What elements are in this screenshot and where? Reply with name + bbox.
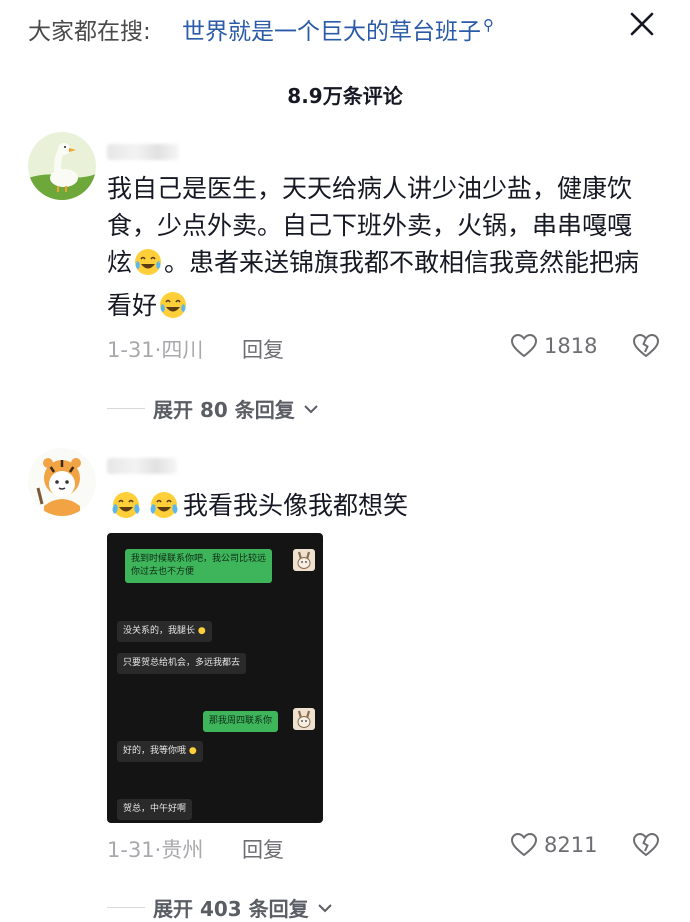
- like-count: 1818: [544, 334, 598, 358]
- laughing-crying-emoji-icon: [108, 490, 144, 530]
- broken-heart-icon: [632, 333, 660, 358]
- search-suggestion-link[interactable]: 世界就是一个巨大的草台班子 ⚲: [182, 12, 494, 46]
- reply-button[interactable]: 回复: [242, 334, 284, 364]
- divider-line: [107, 408, 145, 409]
- broken-heart-icon: [632, 832, 660, 857]
- comment-count-title: 8.9万条评论: [287, 84, 403, 108]
- tiger-costume-avatar-icon: [28, 448, 96, 516]
- smile-emoji-icon: ●: [188, 746, 197, 756]
- dislike-button[interactable]: [632, 832, 660, 862]
- expand-replies-button[interactable]: 展开 403 条回复: [107, 893, 333, 922]
- goose-avatar-icon: [28, 132, 96, 200]
- expand-replies-button[interactable]: 展开 80 条回复: [107, 394, 319, 423]
- chat-bubble-received: 没关系的，我腿长 ●: [117, 621, 212, 642]
- rabbit-avatar-icon: [293, 708, 315, 730]
- laughing-crying-emoji-icon: [146, 490, 182, 530]
- chat-message-text: 好的，我等你哦: [123, 746, 187, 756]
- chat-message-text: 那我周四联系你: [209, 716, 273, 726]
- smile-emoji-icon: ●: [197, 626, 206, 636]
- chat-bubble-sent: 那我周四联系你: [203, 711, 279, 732]
- chat-message-text: 只要贺总给机会，多远我都去: [123, 658, 241, 668]
- close-icon: [630, 12, 654, 36]
- chat-message-text: 你过去也不方便: [131, 567, 195, 577]
- heart-icon: [510, 333, 538, 358]
- chevron-down-icon: [304, 404, 318, 413]
- username-blurred[interactable]: [107, 144, 179, 160]
- chat-screenshot-image[interactable]: 我到时候联系你吧，我公司比较远 你过去也不方便 没关系的，我腿长 ● 只要贺总给机…: [107, 533, 323, 823]
- heart-icon: [510, 832, 538, 857]
- chat-bubble-received: 贺总，中午好啊: [117, 799, 193, 820]
- expand-replies-label: 展开 403 条回复: [153, 897, 309, 921]
- rabbit-avatar-icon: [293, 549, 315, 571]
- avatar[interactable]: [28, 132, 96, 200]
- like-button[interactable]: 8211: [510, 832, 597, 858]
- close-button[interactable]: [622, 4, 662, 44]
- comment-date-location: 1-31·四川: [107, 338, 204, 362]
- laughing-crying-emoji-icon: [158, 290, 188, 330]
- reply-button[interactable]: 回复: [242, 834, 284, 864]
- comment-text: 我自己是医生，天天给病人讲少油少盐，健康饮食，少点外卖。自己下班外卖，火锅，串串…: [107, 170, 652, 330]
- chat-bubble-sent: 我到时候联系你吧，我公司比较远 你过去也不方便: [125, 549, 273, 583]
- chevron-down-icon: [317, 903, 332, 912]
- like-button[interactable]: 1818: [510, 333, 597, 359]
- chat-message-text: 贺总，中午好啊: [123, 804, 187, 814]
- username-blurred[interactable]: [107, 458, 177, 474]
- comment-text-part: 我看我头像我都想笑: [183, 491, 409, 520]
- chat-bubble-received: 好的，我等你哦 ●: [117, 741, 203, 762]
- comment-text: 我看我头像我都想笑: [107, 487, 652, 530]
- dislike-button[interactable]: [632, 333, 660, 363]
- search-suggestion-text[interactable]: 世界就是一个巨大的草台班子: [182, 19, 481, 45]
- chat-message-text: 没关系的，我腿长: [123, 626, 196, 636]
- like-count: 8211: [544, 833, 598, 857]
- laughing-crying-emoji-icon: [133, 247, 163, 287]
- search-suggestion-prefix: 大家都在搜:: [28, 19, 151, 45]
- chat-message-text: 我到时候联系你吧，我公司比较远: [131, 554, 267, 564]
- comment-date-location: 1-31·贵州: [107, 838, 204, 862]
- search-icon: ⚲: [483, 16, 494, 35]
- expand-replies-label: 展开 80 条回复: [153, 398, 295, 422]
- avatar[interactable]: [28, 448, 96, 516]
- divider-line: [107, 907, 145, 908]
- chat-bubble-received: 只要贺总给机会，多远我都去: [117, 653, 247, 674]
